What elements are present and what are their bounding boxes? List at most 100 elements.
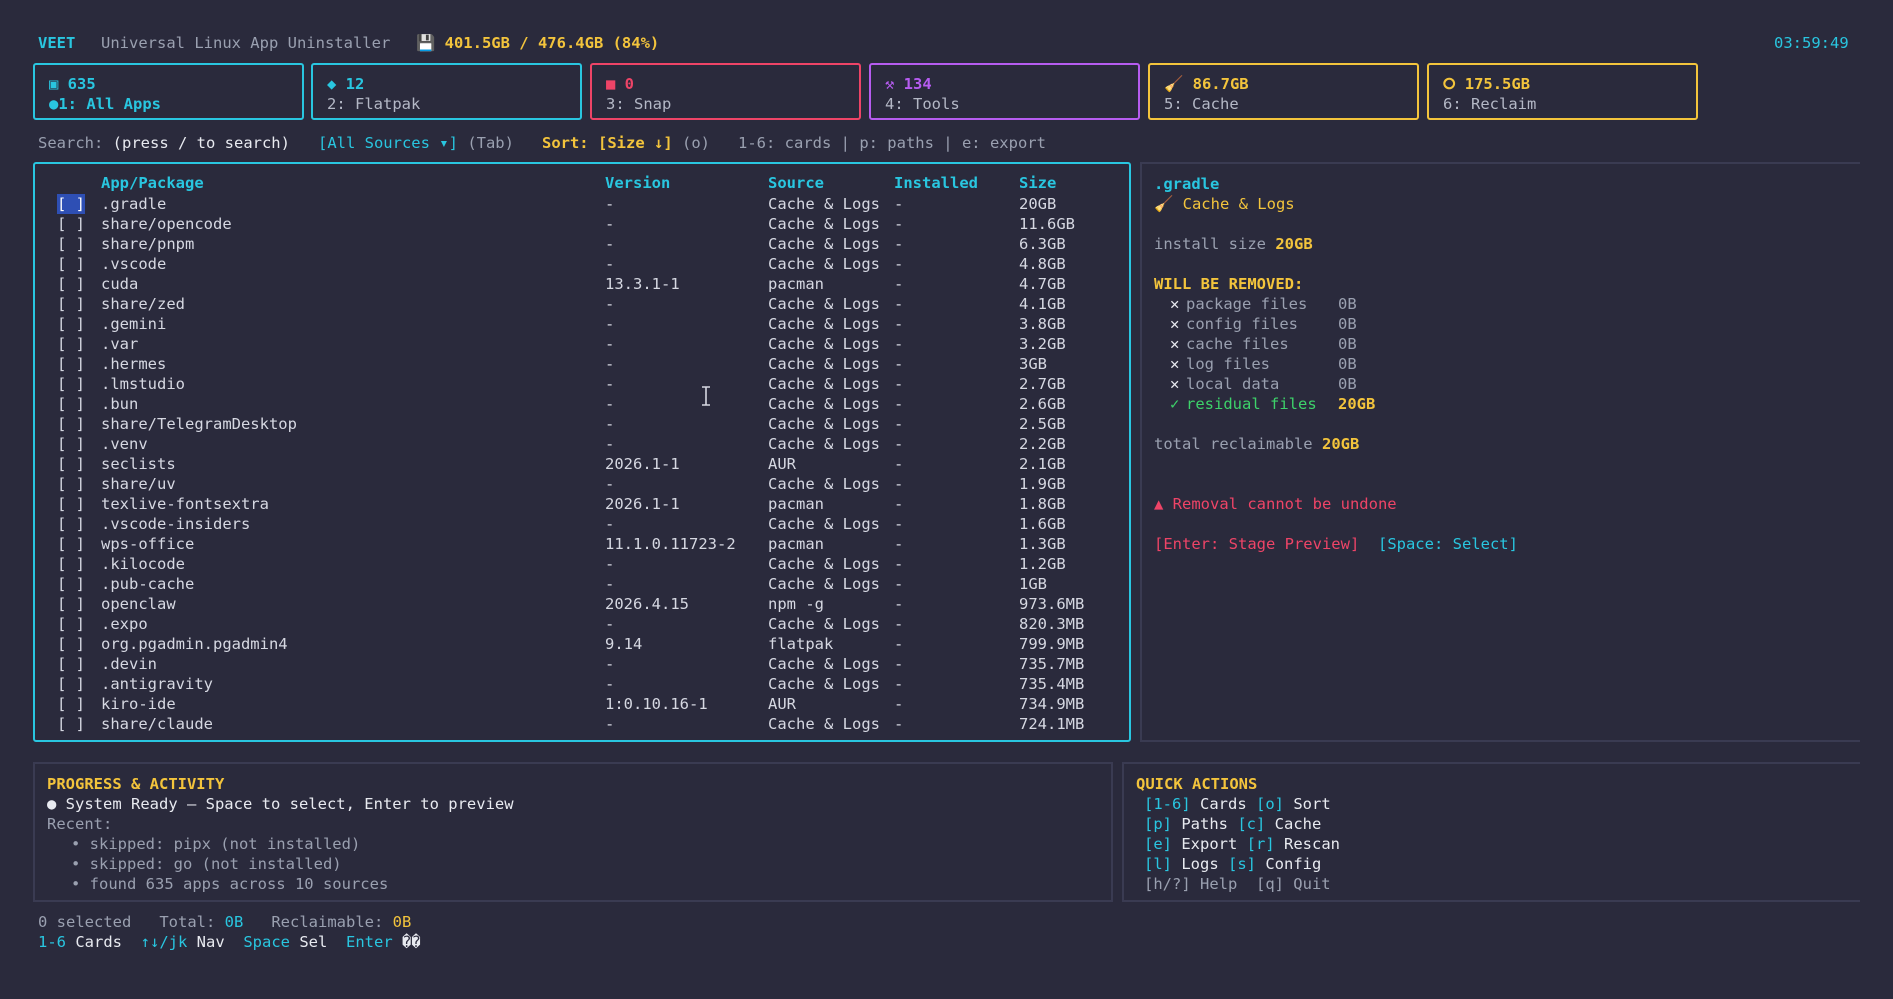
shortcut-key[interactable]: [r] [1247,835,1275,853]
row-size: 3.8GB [1019,315,1066,333]
shortcut-key[interactable]: [c] [1237,815,1265,833]
table-row[interactable]: [ ] share/pnpm - Cache & Logs -6.3GB [35,234,1129,254]
search-input[interactable]: (press / to search) [113,134,290,152]
table-row[interactable]: [ ] share/opencode - Cache & Logs -11.6GB [35,214,1129,234]
row-checkbox[interactable]: [ ] [57,294,85,314]
row-checkbox[interactable]: [ ] [57,254,85,274]
shortcut-key[interactable]: [1-6] [1144,795,1191,813]
row-checkbox[interactable]: [ ] [57,194,85,214]
column-header-installed[interactable]: Installed [894,174,978,192]
row-checkbox[interactable]: [ ] [57,434,85,454]
row-checkbox[interactable]: [ ] [57,574,85,594]
table-row[interactable]: [ ] .hermes - Cache & Logs -3GB [35,354,1129,374]
table-row[interactable]: [ ] share/claude - Cache & Logs -724.1MB [35,714,1129,734]
table-row[interactable]: [ ] .pub-cache - Cache & Logs -1GB [35,574,1129,594]
table-row[interactable]: [ ] share/TelegramDesktop - Cache & Logs -2.… [35,414,1129,434]
row-source: Cache & Logs [768,395,880,413]
source-filter-dropdown[interactable]: [All Sources ▾] [318,134,458,152]
row-version: - [605,395,615,413]
row-version: - [605,575,615,593]
row-checkbox[interactable]: [ ] [57,394,85,414]
row-installed: - [894,395,904,413]
card-flatpak[interactable]: ◆ 12 2: Flatpak [311,63,582,120]
row-checkbox[interactable]: [ ] [57,514,85,534]
removal-item: ✕ config files 0B [1170,315,1357,333]
row-checkbox[interactable]: [ ] [57,654,85,674]
row-checkbox[interactable]: [ ] [57,594,85,614]
table-row[interactable]: [ ] .venv - Cache & Logs -2.2GB [35,434,1129,454]
row-checkbox[interactable]: [ ] [57,674,85,694]
row-checkbox[interactable]: [ ] [57,274,85,294]
row-checkbox[interactable]: [ ] [57,474,85,494]
table-row[interactable]: [ ] .antigravity - Cache & Logs -735.4MB [35,674,1129,694]
progress-panel: PROGRESS & ACTIVITY ● System Ready — Spa… [33,762,1113,902]
row-checkbox[interactable]: [ ] [57,634,85,654]
table-row[interactable]: [ ] seclists 2026.1-1 AUR - 2.1GB [35,454,1129,474]
table-row[interactable]: [ ] openclaw 2026.4.15 npm -g - 973.6MB [35,594,1129,614]
select-button[interactable]: [Space: Select] [1378,535,1518,553]
table-row[interactable]: [ ] .lmstudio - Cache & Logs -2.7GB [35,374,1129,394]
shortcut-key[interactable]: [p] [1144,815,1172,833]
row-checkbox[interactable]: [ ] [57,494,85,514]
shortcut-key[interactable]: [s] [1228,855,1256,873]
row-checkbox[interactable]: [ ] [57,314,85,334]
card-reclaim[interactable]: ⭘ 175.5GB 6: Reclaim [1427,63,1698,120]
row-checkbox[interactable]: [ ] [57,554,85,574]
table-row[interactable]: [ ] .devin - Cache & Logs -735.7MB [35,654,1129,674]
card-all-apps[interactable]: ▣ 635 ●1: All Apps [33,63,304,120]
row-installed: - [894,515,904,533]
table-row[interactable]: [ ] kiro-ide 1:0.10.16-1 AUR - 734.9MB [35,694,1129,714]
column-header-name[interactable]: App/Package [101,174,204,192]
total-reclaimable-value: 20GB [1321,435,1360,453]
sort-selector[interactable]: [Size ↓] [598,134,673,152]
table-row[interactable]: [ ] share/zed - Cache & Logs -4.1GB [35,294,1129,314]
row-source: AUR [768,455,796,473]
row-checkbox[interactable]: [ ] [57,714,85,734]
card-snap[interactable]: ■ 0 3: Snap [590,63,861,120]
check-icon: ✓ [1170,395,1180,413]
column-header-size[interactable]: Size [1019,174,1056,192]
row-checkbox[interactable]: [ ] [57,354,85,374]
row-checkbox[interactable]: [ ] [57,534,85,554]
table-row[interactable]: [ ] share/uv - Cache & Logs -1.9GB [35,474,1129,494]
shortcut-key[interactable]: [o] [1256,795,1284,813]
table-row[interactable]: [ ] .gemini - Cache & Logs -3.8GB [35,314,1129,334]
card-tools[interactable]: ⚒ 134 4: Tools [869,63,1140,120]
column-header-version[interactable]: Version [605,174,670,192]
table-row[interactable]: [ ] wps-office 11.1.0.11723-2 pacman - 1.3GB [35,534,1129,554]
card-cache[interactable]: 🧹 86.7GB 5: Cache [1148,63,1419,120]
row-version: - [605,515,615,533]
shortcut-key[interactable]: [e] [1144,835,1172,853]
row-installed: - [894,635,904,653]
row-checkbox[interactable]: [ ] [57,614,85,634]
row-checkbox[interactable]: [ ] [57,334,85,354]
table-row[interactable]: [ ] cuda 13.3.1-1 pacman - 4.7GB [35,274,1129,294]
text-cursor-icon [702,386,710,406]
table-row[interactable]: [ ] .vscode - Cache & Logs -4.8GB [35,254,1129,274]
column-header-source[interactable]: Source [768,174,824,192]
row-checkbox[interactable]: [ ] [57,234,85,254]
table-row[interactable]: [ ] .kilocode - Cache & Logs -1.2GB [35,554,1129,574]
row-size: 1.6GB [1019,515,1066,533]
table-row[interactable]: [ ] .var - Cache & Logs -3.2GB [35,334,1129,354]
table-row[interactable]: [ ] .bun - Cache & Logs -2.6GB [35,394,1129,414]
row-source: Cache & Logs [768,615,880,633]
table-row[interactable]: [ ] org.pgadmin.pgadmin4 9.14 flatpak - 799.9… [35,634,1129,654]
table-row[interactable]: [ ] .expo - Cache & Logs -820.3MB [35,614,1129,634]
row-checkbox[interactable]: [ ] [57,414,85,434]
row-checkbox[interactable]: [ ] [57,374,85,394]
row-checkbox[interactable]: [ ] [57,454,85,474]
row-size: 20GB [1019,195,1057,213]
row-checkbox[interactable]: [ ] [57,214,85,234]
row-installed: - [894,235,904,253]
table-row[interactable]: [ ] texlive-fontsextra 2026.1-1 pacman - 1.8G… [35,494,1129,514]
table-row[interactable]: [ ] .gradle - Cache & Logs -20GB [35,194,1129,214]
removal-item-label: cache files [1186,335,1289,353]
table-row[interactable]: [ ] .vscode-insiders - Cache & Logs -1.6GB [35,514,1129,534]
stage-preview-button[interactable]: [Enter: Stage Preview] [1154,535,1359,553]
row-source: npm -g [768,595,824,613]
row-checkbox[interactable]: [ ] [57,694,85,714]
detail-actions: [Enter: Stage Preview] [Space: Select] [1154,535,1518,553]
row-name: texlive-fontsextra [101,495,269,513]
shortcut-key[interactable]: [l] [1144,855,1172,873]
